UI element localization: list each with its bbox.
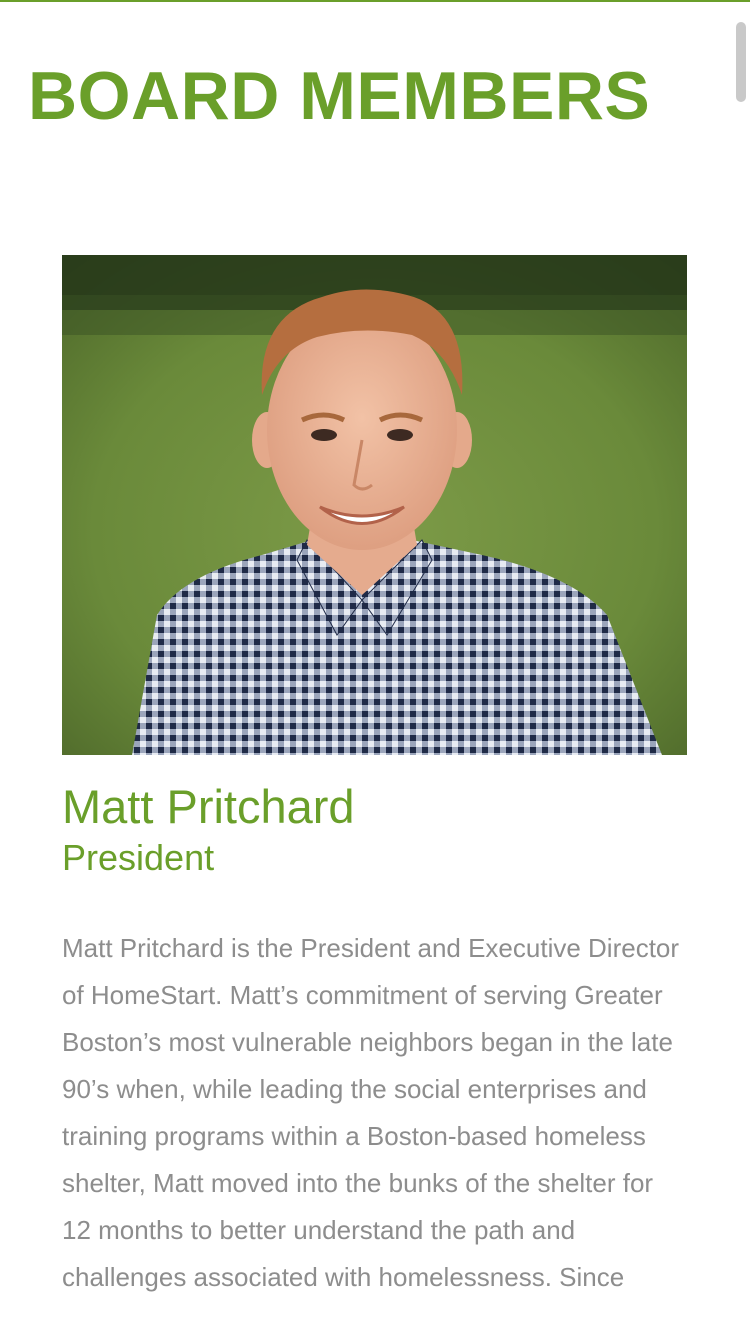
page-title: BOARD MEMBERS <box>28 58 651 134</box>
member-bio: Matt Pritchard is the President and Exec… <box>62 933 680 1292</box>
board-member-card: Matt Pritchard President Matt Pritchard … <box>62 255 687 1301</box>
member-role: President <box>62 837 215 878</box>
portrait-photo-icon <box>62 255 687 755</box>
member-photo <box>62 255 687 755</box>
top-accent-rule <box>0 0 750 2</box>
scrollbar-thumb[interactable] <box>736 22 746 102</box>
member-name: Matt Pritchard <box>62 780 355 833</box>
